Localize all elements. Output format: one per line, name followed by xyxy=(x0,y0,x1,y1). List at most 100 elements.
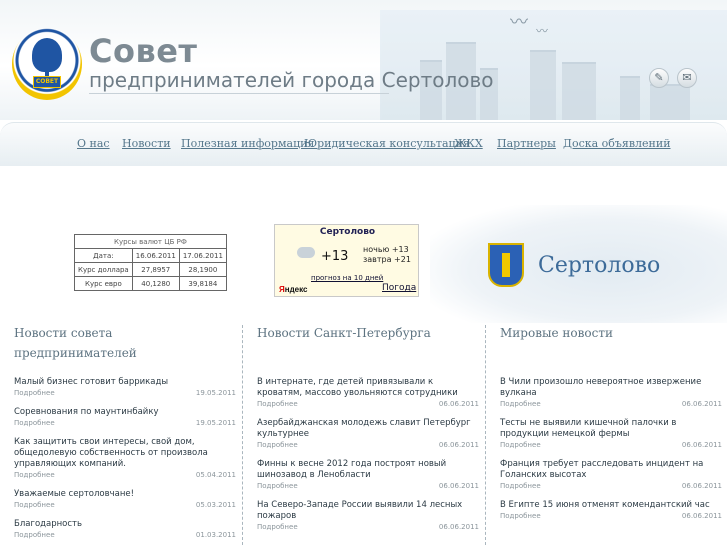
column-divider xyxy=(485,325,486,545)
seagull-icon: 〰 xyxy=(510,12,528,33)
news-headline[interactable]: Уважаемые сертоловчане! xyxy=(14,489,236,500)
more-link[interactable]: Подробнее xyxy=(500,400,541,408)
seagull-icon: 〰 xyxy=(536,24,549,38)
more-link[interactable]: Подробнее xyxy=(14,531,55,539)
site-title: Совет xyxy=(89,32,198,70)
list-item: Соревнования по маунтинбайку Подробнее 19… xyxy=(14,407,236,429)
tree-icon xyxy=(32,38,62,72)
column-title: Новости совета предпринимателей xyxy=(14,326,137,360)
list-item: Уважаемые сертоловчане! Подробнее 05.03.2… xyxy=(14,489,236,511)
column-title: Мировые новости xyxy=(500,326,613,340)
column-title: Новости Санкт-Петербурга xyxy=(257,326,431,340)
news-headline[interactable]: В интернате, где детей привязывали к кро… xyxy=(257,377,479,399)
more-link[interactable]: Подробнее xyxy=(14,471,55,479)
council-logo[interactable]: СОВЕТ xyxy=(12,28,82,100)
news-headline[interactable]: В Египте 15 июня отменят комендантский ч… xyxy=(500,500,722,511)
more-link[interactable]: Подробнее xyxy=(500,441,541,449)
nav-item-about[interactable]: О нас xyxy=(77,137,110,150)
more-link[interactable]: Подробнее xyxy=(500,512,541,520)
news-date: 05.04.2011 xyxy=(195,471,236,479)
news-date: 06.06.2011 xyxy=(681,482,722,490)
coat-of-arms-icon xyxy=(488,243,524,287)
rates-header-cell: Дата: xyxy=(74,248,133,263)
rates-caption: Курсы валют ЦБ РФ xyxy=(74,234,227,249)
rate-label: Курс евро xyxy=(74,276,133,291)
city-skyline xyxy=(380,10,727,120)
list-item: Малый бизнес готовит баррикады Подробнее… xyxy=(14,377,236,399)
news-date: 06.06.2011 xyxy=(681,512,722,520)
nav-item-housing[interactable]: ЖКХ xyxy=(454,137,483,150)
yandex-logo[interactable]: Яндекс xyxy=(279,285,307,294)
column-divider xyxy=(242,325,243,545)
city-banner[interactable]: Сертолово xyxy=(430,205,727,323)
site-header: 〰 〰 СОВЕТ Совет предпринимателей города … xyxy=(0,0,727,120)
more-link[interactable]: Подробнее xyxy=(500,482,541,490)
rate-value: 40,1280 xyxy=(131,276,180,291)
list-item: В Чили произошло невероятное извержение … xyxy=(500,377,722,410)
more-link[interactable]: Подробнее xyxy=(14,501,55,509)
spb-news-column: Новости Санкт-Петербурга В интернате, гд… xyxy=(257,323,479,545)
rates-header-cell: 16.06.2011 xyxy=(131,248,180,263)
title-divider xyxy=(89,93,389,94)
list-item: Азербайджанская молодежь славит Петербур… xyxy=(257,418,479,451)
news-date: 05.03.2011 xyxy=(195,501,236,509)
pogoda-link[interactable]: Погода xyxy=(382,283,416,293)
rate-label: Курс доллара xyxy=(74,262,133,277)
news-headline[interactable]: Финны к весне 2012 года построят новый ш… xyxy=(257,459,479,481)
pencil-icon[interactable]: ✎ xyxy=(649,68,669,88)
main-nav: О нас Новости Полезная информация Юридич… xyxy=(0,122,727,166)
list-item: Как защитить свои интересы, свой дом, об… xyxy=(14,437,236,481)
nav-item-useful-info[interactable]: Полезная информация xyxy=(181,137,314,150)
world-news-column: Мировые новости В Чили произошло невероя… xyxy=(500,323,722,545)
weather-night: ночью +13 xyxy=(363,245,409,254)
news-date: 19.05.2011 xyxy=(195,419,236,427)
list-item: В интернате, где детей привязывали к кро… xyxy=(257,377,479,410)
weather-temperature: +13 xyxy=(321,249,349,264)
more-link[interactable]: Подробнее xyxy=(257,523,298,531)
nav-item-board[interactable]: Доска объявлений xyxy=(563,137,671,150)
news-headline[interactable]: Тесты не выявили кишечной палочки в прод… xyxy=(500,418,722,440)
weather-city: Сертолово xyxy=(319,227,376,237)
list-item: Благодарность Подробнее 01.03.2011 xyxy=(14,519,236,541)
table-row: Курс евро 40,1280 39,8184 xyxy=(74,276,227,291)
news-date: 01.03.2011 xyxy=(195,531,236,539)
list-item: Франция требует расследовать инцидент на… xyxy=(500,459,722,492)
currency-rates-table: Курсы валют ЦБ РФ Дата: 16.06.2011 17.06… xyxy=(74,234,227,291)
rates-header-cell: 17.06.2011 xyxy=(178,248,227,263)
council-news-column: Новости совета предпринимателей Малый би… xyxy=(14,323,236,545)
weather-widget: Сертолово +13 ночью +13 завтра +21 прогн… xyxy=(274,224,419,297)
table-row: Курс доллара 27,8957 28,1900 xyxy=(74,262,227,277)
more-link[interactable]: Подробнее xyxy=(14,389,55,397)
news-date: 06.06.2011 xyxy=(438,441,479,449)
news-headline[interactable]: Как защитить свои интересы, свой дом, об… xyxy=(14,437,236,470)
rate-value: 39,8184 xyxy=(178,276,227,291)
news-date: 06.06.2011 xyxy=(438,400,479,408)
news-headline[interactable]: Малый бизнес готовит баррикады xyxy=(14,377,236,388)
news-headline[interactable]: Соревнования по маунтинбайку xyxy=(14,407,236,418)
list-item: В Египте 15 июня отменят комендантский ч… xyxy=(500,500,722,522)
banner-city-name: Сертолово xyxy=(538,253,661,278)
cloud-icon xyxy=(297,247,315,258)
forecast-link[interactable]: прогноз на 10 дней xyxy=(311,274,383,282)
more-link[interactable]: Подробнее xyxy=(14,419,55,427)
logo-plate: СОВЕТ xyxy=(33,76,61,88)
news-headline[interactable]: Франция требует расследовать инцидент на… xyxy=(500,459,722,481)
more-link[interactable]: Подробнее xyxy=(257,400,298,408)
news-headline[interactable]: Азербайджанская молодежь славит Петербур… xyxy=(257,418,479,440)
news-date: 06.06.2011 xyxy=(438,523,479,531)
rate-value: 28,1900 xyxy=(178,262,227,277)
news-date: 19.05.2011 xyxy=(195,389,236,397)
nav-item-news[interactable]: Новости xyxy=(122,137,171,150)
nav-item-partners[interactable]: Партнеры xyxy=(497,137,556,150)
mail-icon[interactable]: ✉ xyxy=(677,68,697,88)
news-headline[interactable]: В Чили произошло невероятное извержение … xyxy=(500,377,722,399)
news-headline[interactable]: На Северо-Западе России выявили 14 лесны… xyxy=(257,500,479,522)
news-headline[interactable]: Благодарность xyxy=(14,519,236,530)
more-link[interactable]: Подробнее xyxy=(257,441,298,449)
list-item: На Северо-Западе России выявили 14 лесны… xyxy=(257,500,479,533)
more-link[interactable]: Подробнее xyxy=(257,482,298,490)
nav-item-legal[interactable]: Юридическая консультация xyxy=(304,137,470,150)
news-date: 06.06.2011 xyxy=(681,441,722,449)
rate-value: 27,8957 xyxy=(131,262,180,277)
news-date: 06.06.2011 xyxy=(438,482,479,490)
